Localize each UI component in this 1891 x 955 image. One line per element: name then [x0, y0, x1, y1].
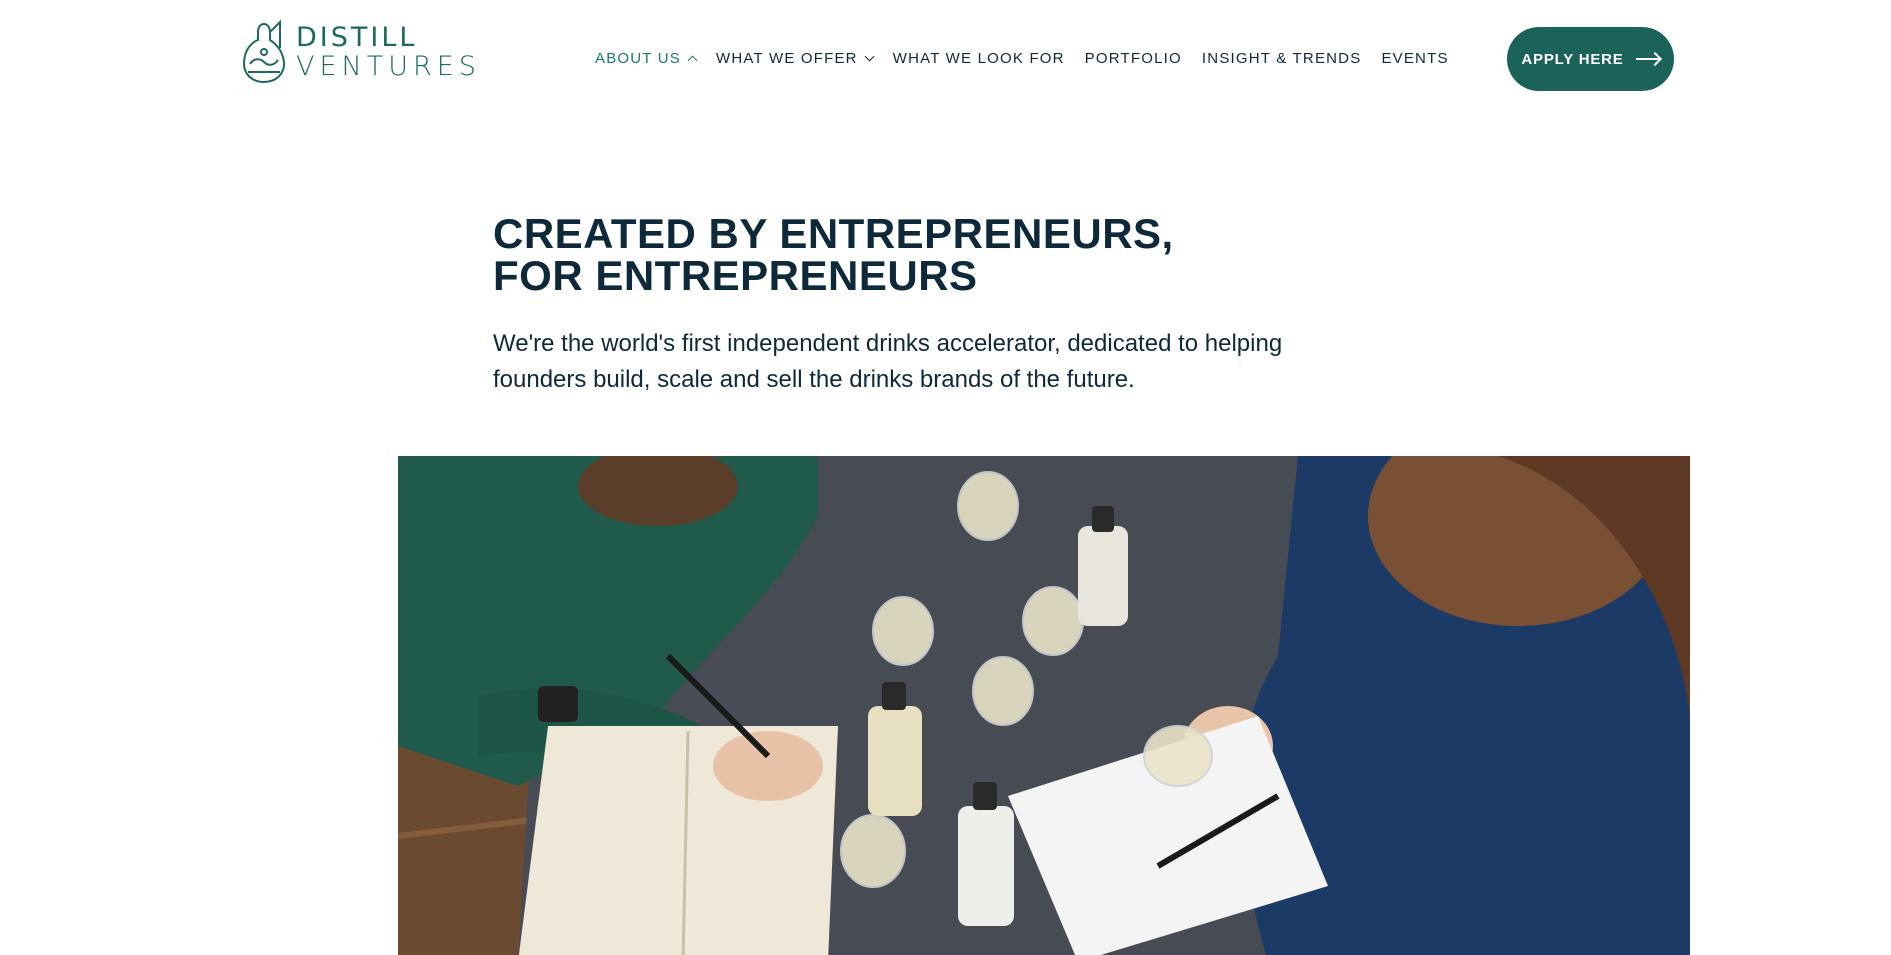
nav-portfolio-label: PORTFOLIO: [1084, 50, 1182, 67]
chevron-up-icon: [687, 55, 698, 66]
hero-image: [398, 456, 1690, 955]
brand-name-line1: DISTILL: [296, 22, 418, 53]
nav-insight-trends-label: INSIGHT & TRENDS: [1201, 50, 1362, 67]
brand-logo[interactable]: DISTILL VENTURES: [240, 18, 481, 86]
brand-name-line2: VENTURES: [296, 51, 481, 82]
arrow-right-icon: [1635, 58, 1660, 60]
nav-events-label: EVENTS: [1381, 50, 1449, 67]
nav-what-we-offer-label: WHAT WE OFFER: [716, 50, 858, 67]
apply-here-label: APPLY HERE: [1521, 50, 1624, 68]
nav-about-us[interactable]: ABOUT US: [595, 50, 698, 67]
nav-insight-trends[interactable]: INSIGHT & TRENDS: [1202, 50, 1362, 67]
nav-events[interactable]: EVENTS: [1381, 50, 1448, 67]
hero-description: We're the world's first independent drin…: [493, 330, 1283, 393]
nav-about-us-label: ABOUT US: [595, 50, 682, 67]
main-navigation: ABOUT US WHAT WE OFFER WHAT WE LOOK FOR …: [595, 50, 1469, 67]
nav-what-we-look-for[interactable]: WHAT WE LOOK FOR: [893, 50, 1065, 67]
nav-portfolio[interactable]: PORTFOLIO: [1085, 50, 1182, 67]
nav-what-we-look-for-label: WHAT WE LOOK FOR: [892, 50, 1065, 67]
apply-here-button[interactable]: APPLY HERE: [1507, 27, 1674, 91]
still-logo-icon: [242, 19, 286, 84]
page-title: CREATED BY ENTREPRENEURS, FOR ENTREPRENE…: [493, 210, 1174, 299]
nav-what-we-offer[interactable]: WHAT WE OFFER: [716, 50, 875, 67]
chevron-down-icon: [864, 51, 875, 62]
drinks-tasting-photo: [398, 456, 1690, 955]
